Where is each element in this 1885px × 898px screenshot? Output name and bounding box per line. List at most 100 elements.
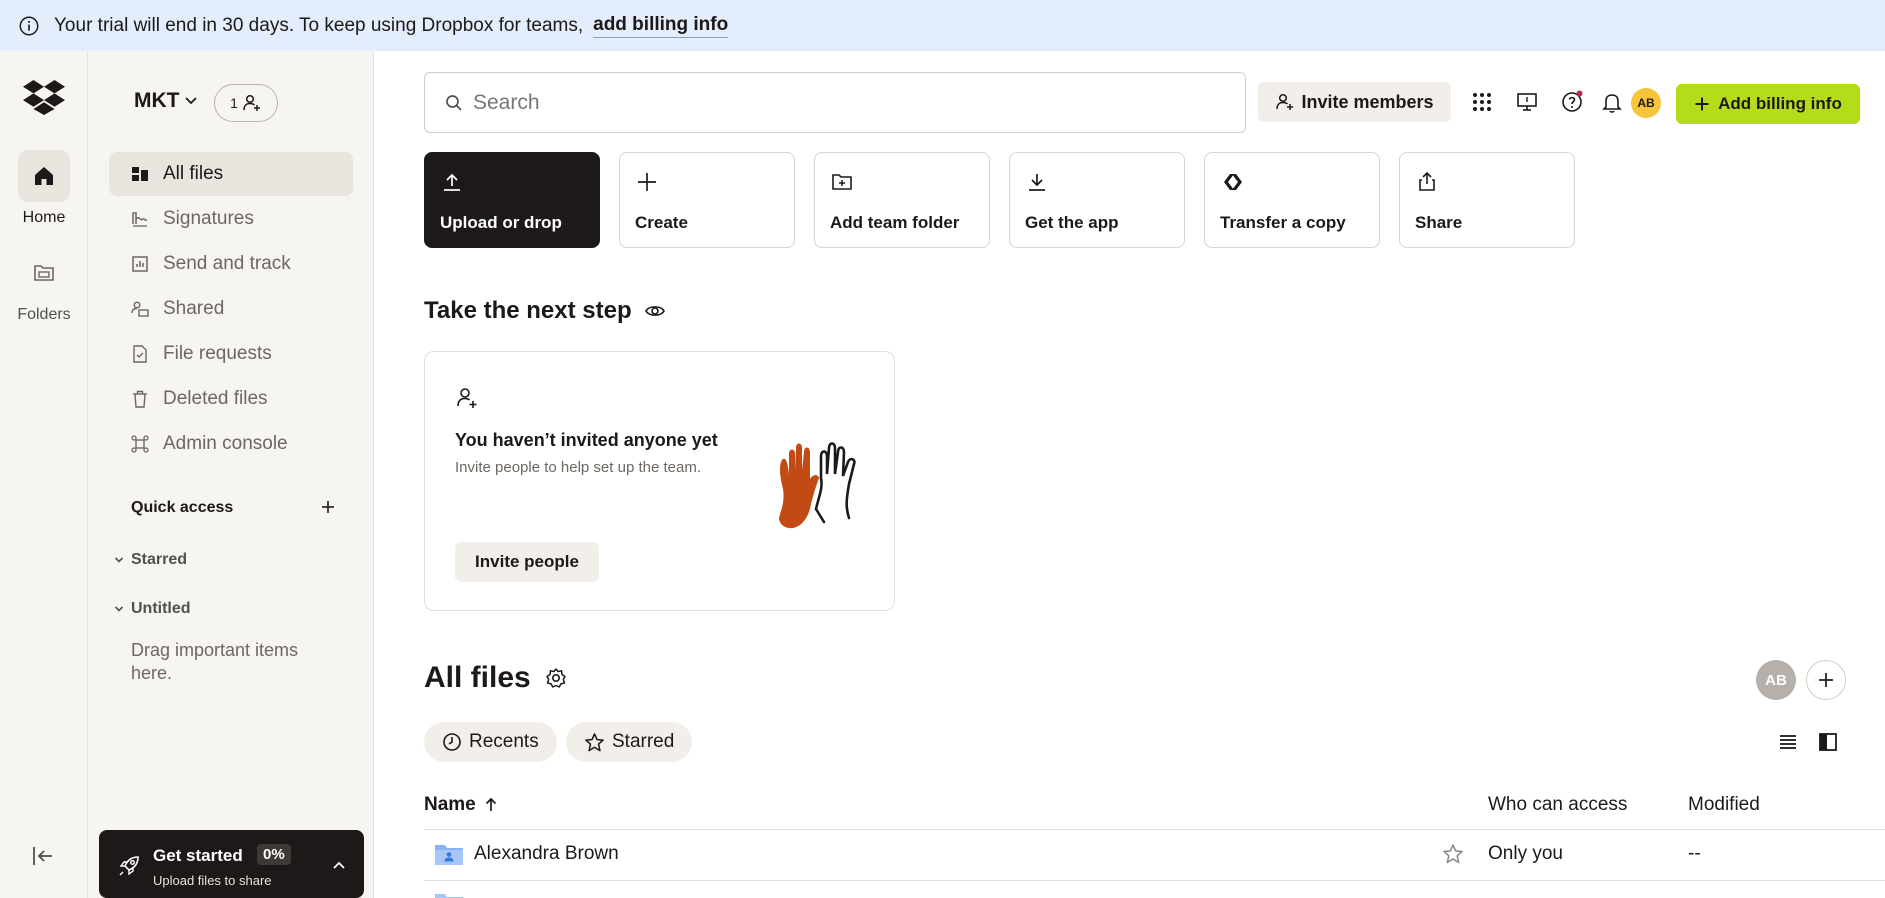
chevron-down-icon [114,606,124,612]
search-input[interactable]: Search [424,72,1246,133]
sidebar-item-label: Signatures [163,208,254,229]
create-button[interactable]: Create [619,152,795,248]
team-members-button[interactable]: 1 [214,84,278,122]
sidebar-item-label: Admin console [163,433,288,454]
apps-grid-icon[interactable] [1470,90,1494,114]
sidebar-item-all-files[interactable]: All files [109,152,353,196]
column-header-modified[interactable]: Modified [1688,794,1760,816]
transfer-a-copy-button[interactable]: Transfer a copy [1204,152,1380,248]
list-view-icon[interactable] [1777,731,1799,753]
share-button[interactable]: Share [1399,152,1575,248]
invite-members-button[interactable]: Invite members [1258,82,1451,122]
notifications-bell-icon[interactable] [1600,90,1624,114]
rail-home-label: Home [22,209,66,226]
get-the-app-button[interactable]: Get the app [1009,152,1185,248]
action-label: Get the app [1025,213,1119,232]
action-label: Add team folder [830,213,960,232]
chart-icon [132,256,148,272]
invite-card-subtitle: Invite people to help set up the team. [455,459,701,476]
desktop-app-icon[interactable] [1515,90,1539,114]
add-billing-info-label: Add billing info [1718,94,1842,113]
recents-chip[interactable]: Recents [424,722,557,762]
file-access: Only you [1488,843,1563,864]
invite-members-label: Invite members [1301,91,1434,112]
high-five-illustration [779,442,856,529]
folder-icon [34,265,54,281]
details-panel-icon[interactable] [1817,731,1839,753]
column-header-access[interactable]: Who can access [1488,794,1627,816]
upload-button[interactable]: Upload or drop [424,152,600,248]
main-content: Search Invite members AB Add billing inf… [374,51,1885,898]
download-icon [1029,174,1045,191]
column-header-name[interactable]: Name [424,794,498,816]
star-icon[interactable] [1442,843,1464,865]
member-count: 1 [230,95,238,111]
add-billing-link[interactable]: add billing info [593,14,729,38]
section-label: Untitled [131,600,191,617]
get-started-subtitle: Upload files to share [153,873,272,888]
team-switcher[interactable]: MKT [134,89,198,113]
rail-folders-label: Folders [17,306,71,323]
sidebar-item-file-requests[interactable]: File requests [109,332,353,376]
starred-chip[interactable]: Starred [566,722,693,762]
all-files-icon [132,167,148,181]
table-divider [424,880,1885,881]
help-icon[interactable] [1560,90,1584,114]
user-avatar[interactable]: AB [1631,88,1661,118]
sidebar-item-admin-console[interactable]: Admin console [109,422,353,466]
banner-message: Your trial will end in 30 days. To keep … [54,14,584,36]
plus-icon [1819,673,1833,687]
eye-icon[interactable] [644,300,666,322]
dropbox-logo-icon[interactable] [23,79,65,115]
add-share-button[interactable] [1806,660,1846,700]
home-icon [35,167,53,185]
invite-card: You haven’t invited anyone yet Invite pe… [424,351,895,611]
add-person-icon [243,94,260,111]
arrow-up-icon [485,797,496,811]
plus-icon [638,173,656,191]
search-placeholder: Search [473,90,540,114]
app-rail: Home Folders [0,51,88,898]
rail-home-button[interactable] [18,150,70,202]
all-files-title: All files [424,661,531,694]
rail-folders-button[interactable] [18,247,70,299]
invite-people-button[interactable]: Invite people [455,542,599,582]
upload-icon [444,173,460,191]
shared-folder-icon [435,845,463,865]
sidebar: MKT 1 All files Signatures Send and trac… [88,51,374,898]
admin-icon [131,435,149,453]
plus-icon [1695,97,1709,111]
action-label: Share [1415,213,1463,232]
sidebar-item-deleted-files[interactable]: Deleted files [109,377,353,421]
add-billing-info-button[interactable]: Add billing info [1676,84,1860,124]
sidebar-item-send-and-track[interactable]: Send and track [109,242,353,286]
shared-icon [131,301,149,317]
share-icon [1419,171,1435,191]
sidebar-item-signatures[interactable]: Signatures [109,197,353,241]
plus-icon[interactable] [318,497,338,517]
quick-access-title: Quick access [131,499,234,516]
action-label: Upload or drop [440,213,562,232]
sidebar-item-label: Shared [163,298,225,319]
file-name[interactable]: Alexandra Brown [474,843,619,865]
quick-access-untitled[interactable]: Untitled [114,600,191,618]
quick-access-starred[interactable]: Starred [114,551,187,569]
chevron-down-icon [184,97,197,105]
trash-icon [133,390,147,408]
clock-icon [443,733,461,751]
file-request-icon [133,345,147,363]
sidebar-item-shared[interactable]: Shared [109,287,353,331]
get-started-panel[interactable]: Get started 0% Upload files to share [99,830,364,898]
shared-with-avatar[interactable]: AB [1756,660,1796,700]
sidebar-item-label: All files [163,163,224,184]
info-icon [19,16,39,35]
add-team-folder-button[interactable]: Add team folder [814,152,990,248]
next-step-heading: Take the next step [424,297,666,325]
collapse-sidebar-icon[interactable] [30,843,56,869]
chevron-down-icon [114,557,124,563]
add-person-icon [1276,93,1294,110]
gear-icon[interactable] [545,667,567,689]
table-divider [424,829,1885,830]
signature-icon [132,212,148,227]
invite-card-title: You haven’t invited anyone yet [455,430,718,450]
